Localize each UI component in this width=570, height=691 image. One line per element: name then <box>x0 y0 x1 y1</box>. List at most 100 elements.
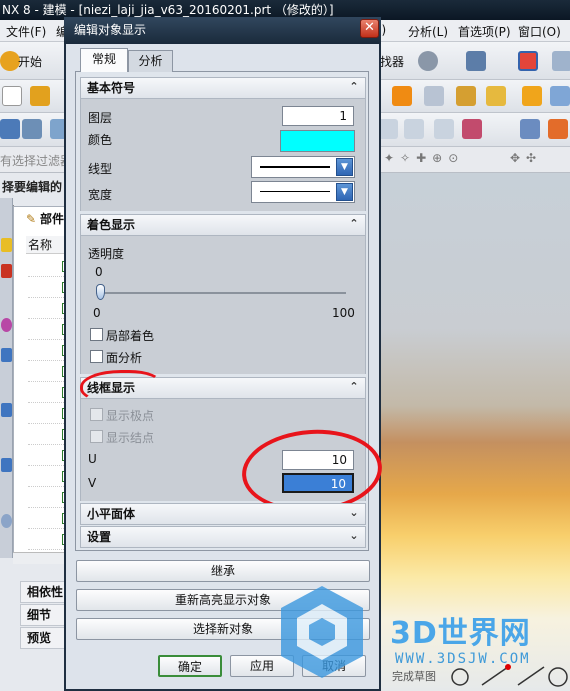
section-shading-title: 着色显示 <box>87 218 136 232</box>
layer-field[interactable]: 1 <box>282 106 354 126</box>
collapse-icon[interactable]: ⌃ <box>347 380 361 394</box>
tree-row[interactable] <box>28 382 69 403</box>
u-label: U <box>88 452 97 466</box>
watermark-url: WWW.3DSJW.COM <box>395 651 531 667</box>
tree-row[interactable] <box>28 508 69 529</box>
filter-text[interactable]: 有选择过滤器 <box>0 152 72 169</box>
face-analysis-checkbox[interactable] <box>90 350 103 363</box>
partial-shade-label: 局部着色 <box>106 329 155 343</box>
slider-min: 0 <box>93 306 101 320</box>
tree-row[interactable] <box>28 277 69 298</box>
slider-max: 100 <box>332 306 355 320</box>
tree-row[interactable] <box>28 361 69 382</box>
linetype-label: 线型 <box>88 162 113 176</box>
show-knots-label: 显示结点 <box>106 431 155 445</box>
color-label: 颜色 <box>88 133 113 147</box>
transparency-label: 透明度 <box>88 247 125 261</box>
tree-row[interactable] <box>28 298 69 319</box>
assembly-icon[interactable] <box>1 238 12 252</box>
section-basic-header[interactable]: 基本符号 ⌃ <box>80 77 366 99</box>
start-button[interactable]: 开始 <box>18 53 42 70</box>
information-icon[interactable] <box>466 51 486 71</box>
ok-button[interactable]: 确定 <box>158 655 222 677</box>
book-icon[interactable] <box>30 86 50 106</box>
part-icon[interactable] <box>1 318 12 332</box>
tab-general[interactable]: 常规 <box>80 48 128 72</box>
show-poles-checkbox[interactable] <box>90 408 103 421</box>
part-label: 部件 <box>40 212 65 226</box>
watermark-brand: 3D世界网 <box>390 616 531 651</box>
tree-row[interactable] <box>28 529 69 550</box>
blank-icon[interactable] <box>2 86 22 106</box>
tree-row[interactable] <box>28 445 69 466</box>
collapse-icon[interactable]: ⌃ <box>347 80 361 94</box>
tree-row[interactable] <box>28 256 69 277</box>
oh-icon[interactable] <box>434 119 454 139</box>
app-title: NX 8 - 建模 - [niezi̇_laji_jia_v63_2016020… <box>2 3 334 17</box>
collapse-icon[interactable]: ⌃ <box>347 217 361 231</box>
expand-icon[interactable]: ⌄ <box>347 529 361 543</box>
partial-shade-checkbox[interactable] <box>90 328 103 341</box>
chevron-down-icon[interactable]: ▼ <box>336 183 353 201</box>
tree-row[interactable] <box>28 487 69 508</box>
chevron-down-icon[interactable]: ▼ <box>336 158 353 176</box>
section-shading-header[interactable]: 着色显示 ⌃ <box>80 214 366 236</box>
inherit-button[interactable]: 继承 <box>76 560 370 582</box>
section-settings-header[interactable]: 设置 ⌄ <box>80 526 366 548</box>
menu-window[interactable]: 窗口(O) <box>518 23 561 40</box>
cylinder-icon[interactable] <box>486 86 506 106</box>
navigator-heading: 择要编辑的对 <box>2 180 63 216</box>
tree-row[interactable] <box>28 319 69 340</box>
tree-row[interactable] <box>28 403 69 424</box>
extrude-icon[interactable] <box>392 86 412 106</box>
g-icon[interactable] <box>378 119 398 139</box>
palette-icon[interactable] <box>418 51 438 71</box>
block-icon[interactable] <box>456 86 476 106</box>
linetype-select[interactable]: ▼ <box>251 156 355 178</box>
shade-icon[interactable] <box>522 86 542 106</box>
shell-icon[interactable] <box>548 119 568 139</box>
menu-preferences[interactable]: 首选项(P) <box>458 23 511 40</box>
snap-point-icons[interactable]: ✥✣ <box>510 151 542 165</box>
start-icon[interactable] <box>0 51 20 71</box>
menu-file[interactable]: 文件(F) <box>6 23 46 40</box>
tree-row[interactable] <box>28 340 69 361</box>
show-poles-label: 显示极点 <box>106 409 155 423</box>
constraint-icon[interactable] <box>1 264 12 278</box>
revolve-icon[interactable] <box>424 86 444 106</box>
color-swatch[interactable] <box>280 130 355 152</box>
history-icon[interactable] <box>1 348 12 362</box>
section-settings-title: 设置 <box>87 530 112 544</box>
view-icon[interactable] <box>552 51 570 71</box>
status-text: 完成草图 <box>392 670 436 683</box>
section-facet-title: 小平面体 <box>87 507 136 521</box>
wire-icon[interactable] <box>550 86 570 106</box>
palette-res-icon[interactable] <box>1 458 12 472</box>
fit-view-icon[interactable] <box>518 51 538 71</box>
expand-icon[interactable]: ⌄ <box>347 506 361 520</box>
show-knots-checkbox[interactable] <box>90 430 103 443</box>
dialog-title: 编辑对象显示 <box>64 17 381 44</box>
spring-icon[interactable] <box>520 119 540 139</box>
watermark-logo-icon <box>281 586 363 678</box>
gh-icon[interactable] <box>404 119 424 139</box>
solid-line-icon <box>260 166 330 168</box>
transparency-slider-track[interactable] <box>96 292 346 294</box>
snap-icons[interactable]: ✦✧✚⊕⊙ <box>384 151 464 165</box>
part-icon-small: ✎ <box>26 212 37 226</box>
section-basic-title: 基本符号 <box>87 81 136 95</box>
width-select[interactable]: ▼ <box>251 181 355 203</box>
section-facet-header[interactable]: 小平面体 ⌄ <box>80 503 366 525</box>
menu-analysis[interactable]: 分析(L) <box>408 23 448 40</box>
curve-icon[interactable] <box>462 119 482 139</box>
tree-row[interactable] <box>28 466 69 487</box>
edit-icon[interactable] <box>0 119 20 139</box>
layers-icon[interactable] <box>22 119 42 139</box>
thin-line-icon <box>260 191 330 192</box>
tab-analysis[interactable]: 分析 <box>128 50 173 72</box>
web-icon[interactable] <box>1 403 12 417</box>
close-icon[interactable]: ✕ <box>360 19 379 38</box>
transparency-slider-thumb[interactable] <box>96 284 105 300</box>
clock-icon[interactable] <box>1 514 12 528</box>
tree-row[interactable] <box>28 424 69 445</box>
